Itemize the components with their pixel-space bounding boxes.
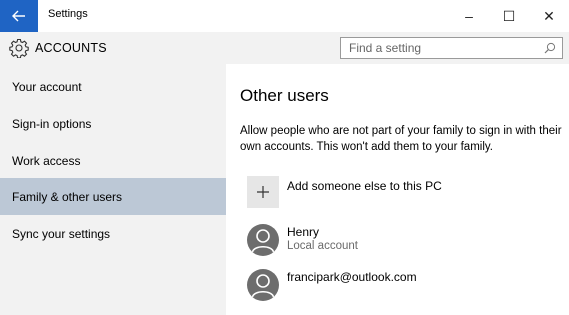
sidebar-item-work-access[interactable]: Work access bbox=[0, 142, 226, 179]
window-title: Settings bbox=[48, 8, 88, 20]
section-title: Other users bbox=[240, 86, 329, 105]
sidebar-item-family-other-users[interactable]: Family & other users bbox=[0, 178, 226, 215]
back-arrow-icon bbox=[12, 10, 25, 22]
add-user-button[interactable]: Add someone else to this PC bbox=[247, 176, 497, 208]
sidebar: Your account Sign-in options Work access… bbox=[0, 64, 226, 315]
user-item-henry[interactable]: Henry Local account bbox=[247, 224, 547, 258]
search-box[interactable] bbox=[340, 37, 563, 59]
user-item-francipark[interactable]: francipark@outlook.com bbox=[247, 269, 547, 303]
section-description: Allow people who are not part of your fa… bbox=[240, 125, 562, 153]
search-icon[interactable] bbox=[544, 42, 556, 54]
gear-icon bbox=[9, 38, 29, 58]
settings-window: Settings – ☐ ✕ ACCOUNTS Your account Sig… bbox=[0, 0, 569, 315]
plus-icon[interactable] bbox=[247, 176, 279, 208]
search-input[interactable] bbox=[341, 38, 539, 58]
sidebar-item-label: Family & other users bbox=[12, 189, 123, 204]
maximize-button[interactable]: ☐ bbox=[489, 0, 529, 32]
user-avatar-icon bbox=[247, 269, 279, 301]
sidebar-item-sync-settings[interactable]: Sync your settings bbox=[0, 215, 226, 252]
title-bar: Settings – ☐ ✕ bbox=[0, 0, 569, 32]
sidebar-item-label: Work access bbox=[12, 153, 81, 168]
sidebar-item-label: Sign-in options bbox=[12, 116, 92, 131]
user-name: francipark@outlook.com bbox=[287, 270, 417, 284]
main-content: Other users Allow people who are not par… bbox=[226, 64, 569, 315]
sidebar-item-sign-in-options[interactable]: Sign-in options bbox=[0, 105, 226, 142]
minimize-button[interactable]: – bbox=[449, 0, 489, 32]
page-title: ACCOUNTS bbox=[35, 41, 107, 55]
user-account-type: Local account bbox=[287, 240, 358, 252]
close-button[interactable]: ✕ bbox=[529, 0, 569, 32]
plus-glyph bbox=[257, 186, 269, 198]
add-user-label: Add someone else to this PC bbox=[287, 179, 442, 193]
sidebar-item-label: Sync your settings bbox=[12, 226, 111, 241]
sidebar-item-label: Your account bbox=[12, 79, 82, 94]
user-name: Henry bbox=[287, 225, 320, 239]
sidebar-item-your-account[interactable]: Your account bbox=[0, 68, 226, 105]
user-avatar-icon bbox=[247, 224, 279, 256]
back-button[interactable] bbox=[0, 0, 38, 32]
